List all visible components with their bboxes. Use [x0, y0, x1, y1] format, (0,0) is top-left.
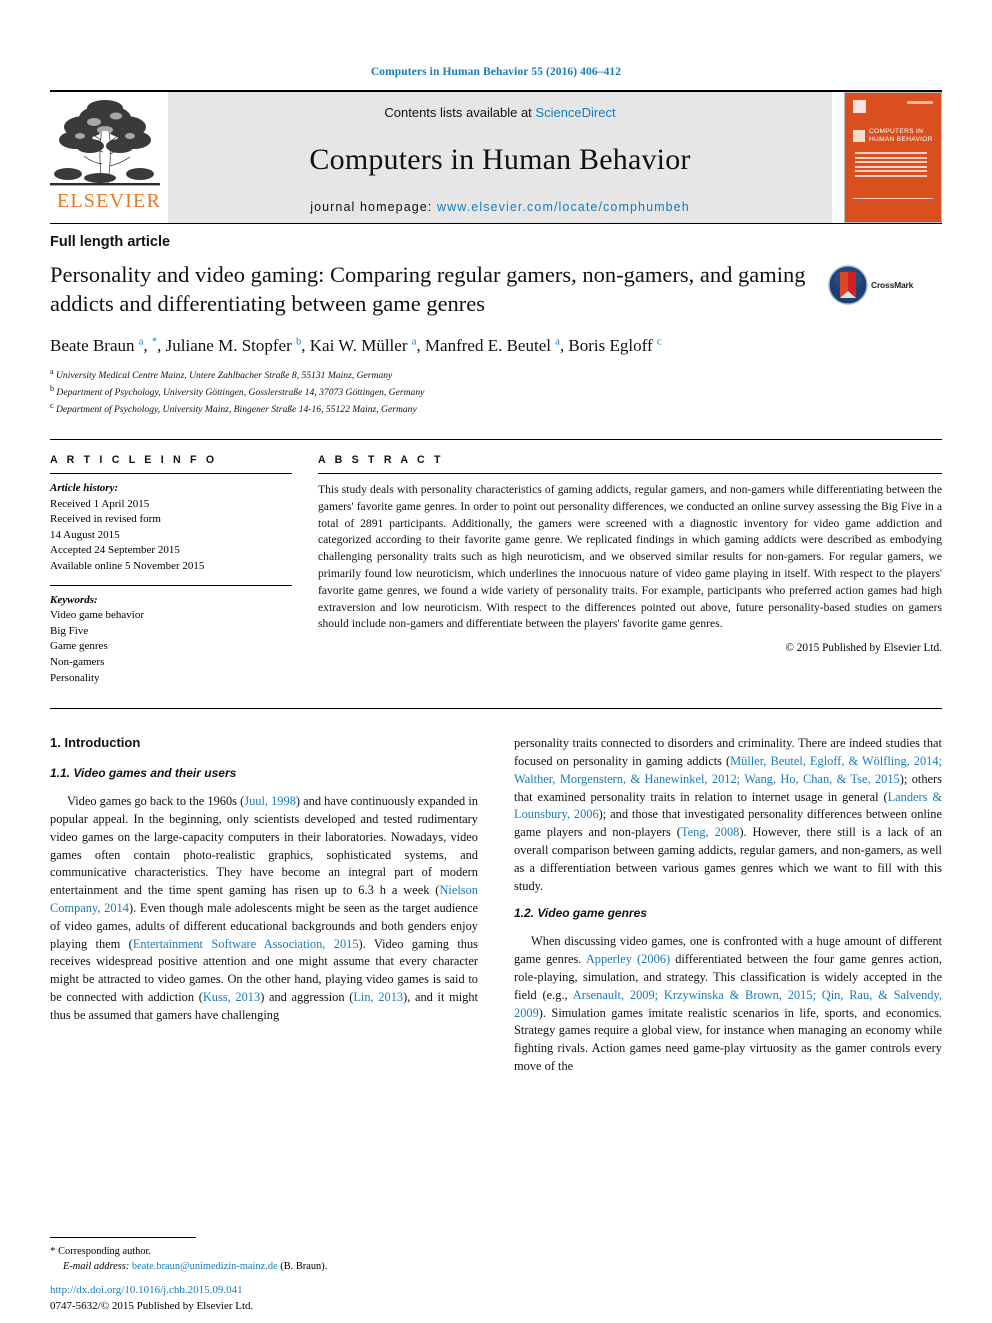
- p11-seg2: ) and have continuously expanded in popu…: [50, 794, 478, 898]
- elsevier-tree-icon: [50, 96, 160, 190]
- affiliation-mark-a: a: [50, 366, 54, 376]
- title-row: Personality and video gaming: Comparing …: [50, 261, 942, 319]
- section-1-1-heading: 1.1. Video games and their users: [50, 766, 237, 781]
- abstract-column: A B S T R A C T This study deals with pe…: [318, 454, 942, 686]
- body-separator-rule: [50, 708, 942, 710]
- article-history-group: Article history: Received 1 April 2015 R…: [50, 474, 292, 575]
- crossmark-icon: [828, 265, 868, 305]
- article-info-heading: A R T I C L E I N F O: [50, 453, 218, 466]
- journal-title: Computers in Human Behavior: [309, 143, 691, 176]
- cover-text-lines: [855, 152, 927, 180]
- body-column-left: 1. Introduction 1.1. Video games and the…: [50, 735, 478, 1076]
- abstract-text: This study deals with personality charac…: [318, 482, 942, 631]
- journal-cover-thumbnail: COMPUTERS IN HUMAN BEHAVIOR: [844, 92, 942, 223]
- crossmark-label: CrossMark: [871, 280, 914, 290]
- affiliation-b: b Department of Psychology, University G…: [50, 383, 942, 400]
- contents-available-line: Contents lists available at ScienceDirec…: [384, 105, 615, 120]
- corresponding-author-footnote: * Corresponding author. E-mail address: …: [50, 1236, 489, 1275]
- corresponding-marker: *: [50, 1244, 56, 1257]
- paragraph-1-2: When discussing video games, one is conf…: [514, 933, 942, 1075]
- journal-homepage-line: journal homepage: www.elsevier.com/locat…: [310, 200, 690, 214]
- article-type-label: Full length article: [50, 223, 942, 250]
- citation-apperley-2006[interactable]: Apperley (2006): [586, 952, 670, 966]
- paragraph-right-1: personality traits connected to disorder…: [514, 735, 942, 895]
- cover-journal-title: COMPUTERS IN HUMAN BEHAVIOR: [869, 128, 933, 144]
- author-list: Beate Braun a, *, Juliane M. Stopfer b, …: [50, 335, 662, 355]
- history-item-2: 14 August 2015: [50, 528, 120, 541]
- keyword-3: Non-gamers: [50, 656, 105, 669]
- section-1-2-heading: 1.2. Video game genres: [514, 906, 647, 921]
- citation-juul-1998[interactable]: Juul, 1998: [244, 794, 296, 808]
- p11-seg1: Video games go back to the 1960s (: [67, 794, 245, 809]
- journal-masthead: ELSEVIER Contents lists available at Sci…: [50, 90, 942, 223]
- affiliation-text-a: University Medical Centre Mainz, Untere …: [55, 369, 393, 381]
- citation-teng-2008[interactable]: Teng, 2008: [681, 825, 739, 839]
- body-columns: 1. Introduction 1.1. Video games and the…: [50, 735, 942, 1076]
- masthead-center-band: Contents lists available at ScienceDirec…: [168, 92, 832, 223]
- body-column-right: personality traits connected to disorder…: [514, 735, 942, 1076]
- page-title: Personality and video gaming: Comparing …: [50, 262, 806, 316]
- affiliation-mark-c: c: [50, 400, 54, 410]
- history-item-4: Available online 5 November 2015: [50, 560, 205, 573]
- email-owner: (B. Braun).: [280, 1261, 328, 1273]
- corresponding-email-link[interactable]: beate.braun@unimedizin-mainz.de: [132, 1261, 278, 1272]
- cover-publisher-mark-icon: [853, 100, 866, 113]
- cover-issue-line: [907, 101, 933, 104]
- p12-seg3: ). Simulation games imitate realistic sc…: [514, 1005, 942, 1074]
- affiliation-c: c Department of Psychology, University M…: [50, 400, 942, 417]
- footnote-rule: [50, 1236, 196, 1238]
- article-info-column: A R T I C L E I N F O Article history: R…: [50, 454, 318, 686]
- sciencedirect-link[interactable]: ScienceDirect: [535, 105, 615, 120]
- contents-prefix: Contents lists available at: [384, 105, 536, 120]
- citation-kuss-2013[interactable]: Kuss, 2013: [203, 990, 260, 1004]
- doi-link[interactable]: http://dx.doi.org/10.1016/j.chb.2015.09.…: [50, 1283, 253, 1299]
- affiliation-mark-b: b: [50, 383, 54, 393]
- corresponding-label: Corresponding author.: [58, 1245, 152, 1257]
- cover-logo-icon: [853, 130, 865, 142]
- affiliation-list: a University Medical Centre Mainz, Unter…: [50, 366, 942, 417]
- history-item-1: Received in revised form: [50, 513, 161, 526]
- abstract-copyright: © 2015 Published by Elsevier Ltd.: [785, 642, 942, 655]
- elsevier-wordmark: ELSEVIER: [56, 190, 162, 212]
- history-item-0: Received 1 April 2015: [50, 497, 150, 510]
- keyword-1: Big Five: [50, 624, 89, 637]
- p11-seg5: ) and aggression (: [260, 990, 354, 1005]
- homepage-label: journal homepage:: [310, 200, 438, 214]
- affiliation-a: a University Medical Centre Mainz, Unter…: [50, 366, 942, 383]
- keywords-label: Keywords:: [50, 593, 98, 606]
- affiliation-text-c: Department of Psychology, University Mai…: [55, 404, 417, 416]
- section-1-heading: 1. Introduction: [50, 735, 141, 751]
- history-item-3: Accepted 24 September 2015: [50, 544, 180, 557]
- crossmark-badge[interactable]: CrossMark: [828, 265, 924, 305]
- email-label: E-mail address:: [63, 1261, 130, 1273]
- info-abstract-block: A R T I C L E I N F O Article history: R…: [50, 438, 942, 686]
- keyword-0: Video game behavior: [50, 609, 145, 622]
- footnote-text: * Corresponding author. E-mail address: …: [50, 1243, 489, 1275]
- abstract-heading: A B S T R A C T: [318, 453, 444, 466]
- citation-lin-2013[interactable]: Lin, 2013: [353, 990, 403, 1004]
- cover-title-line1: COMPUTERS IN: [869, 128, 924, 135]
- cover-bottom-rule: [853, 197, 933, 199]
- paragraph-1-1: Video games go back to the 1960s (Juul, …: [50, 793, 478, 1024]
- article-history-label: Article history:: [50, 481, 119, 494]
- keyword-4: Personality: [50, 671, 100, 684]
- elsevier-logo: ELSEVIER: [50, 92, 168, 223]
- article-page: Computers in Human Behavior 55 (2016) 40…: [0, 0, 992, 1323]
- issn-copyright-line: 0747-5632/© 2015 Published by Elsevier L…: [50, 1300, 254, 1313]
- keywords-group: Keywords: Video game behavior Big Five G…: [50, 586, 292, 687]
- affiliation-text-b: Department of Psychology, University Göt…: [56, 386, 425, 398]
- running-head: Computers in Human Behavior 55 (2016) 40…: [370, 66, 622, 78]
- keyword-2: Game genres: [50, 640, 108, 653]
- citation-esa-2015[interactable]: Entertainment Software Association, 2015: [133, 937, 359, 951]
- cover-title-line2: HUMAN BEHAVIOR: [869, 136, 933, 144]
- homepage-url-link[interactable]: www.elsevier.com/locate/comphumbeh: [437, 200, 690, 214]
- doi-footer: http://dx.doi.org/10.1016/j.chb.2015.09.…: [50, 1283, 253, 1315]
